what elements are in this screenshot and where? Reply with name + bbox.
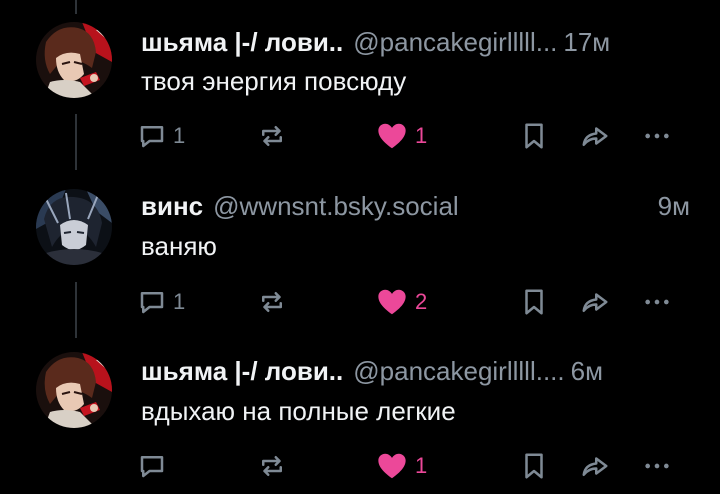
avatar[interactable] <box>36 22 112 98</box>
more-button[interactable] <box>643 116 671 156</box>
timestamp[interactable]: 17м <box>563 27 610 58</box>
repost-button[interactable] <box>257 446 287 486</box>
like-button[interactable]: 2 <box>375 282 427 322</box>
repost-button[interactable] <box>257 282 287 322</box>
avatar[interactable] <box>36 189 112 265</box>
like-button[interactable]: 1 <box>375 116 427 156</box>
like-count: 2 <box>415 289 428 314</box>
bookmark-icon <box>525 123 543 149</box>
thread-line-2 <box>75 282 77 338</box>
post-actions: 1 <box>137 446 697 486</box>
display-name[interactable]: шьяма |-/ лови.. <box>141 27 343 58</box>
repost-arrows-icon <box>262 292 282 312</box>
post-header: винс @wwnsnt.bsky.social 9м <box>141 188 690 224</box>
handle[interactable]: @wwnsnt.bsky.social <box>213 191 459 222</box>
post-actions: 1 2 <box>137 282 697 322</box>
post-text: вдыхаю на полные легкие <box>141 396 456 426</box>
more-dots-icon <box>645 463 669 469</box>
repost-arrows-icon <box>262 126 282 146</box>
red-haired-anime-avatar <box>36 22 112 98</box>
more-dots-icon <box>645 299 669 305</box>
repost-button[interactable] <box>257 116 287 156</box>
bookmark-button[interactable] <box>519 446 549 486</box>
bookmark-icon <box>525 289 543 315</box>
post-header: шьяма |-/ лови.. @pancakegirlllll... 17м <box>141 24 690 60</box>
more-button[interactable] <box>643 446 671 486</box>
handle[interactable]: @pancakegirlllll.... <box>353 356 564 387</box>
timestamp[interactable]: 9м <box>658 191 690 222</box>
heart-icon <box>378 453 406 479</box>
red-haired-anime-avatar <box>36 352 112 428</box>
like-button[interactable]: 1 <box>375 446 427 486</box>
reply-bubble-icon <box>140 126 164 148</box>
share-button[interactable] <box>579 116 611 156</box>
share-arrow-icon <box>582 127 608 146</box>
thread-line-1 <box>75 114 77 170</box>
heart-icon <box>378 289 406 315</box>
share-button[interactable] <box>579 282 611 322</box>
reply-button[interactable] <box>137 446 173 486</box>
timestamp[interactable]: 6м <box>571 356 603 387</box>
share-arrow-icon <box>582 293 608 312</box>
reply-button[interactable]: 1 <box>137 116 185 156</box>
repost-arrows-icon <box>262 456 282 476</box>
display-name[interactable]: шьяма |-/ лови.. <box>141 356 343 387</box>
bookmark-button[interactable] <box>519 282 549 322</box>
like-count: 1 <box>415 453 428 478</box>
share-arrow-icon <box>582 457 608 476</box>
bookmark-icon <box>525 453 543 479</box>
more-button[interactable] <box>643 282 671 322</box>
reply-count: 1 <box>173 289 186 314</box>
share-button[interactable] <box>579 446 611 486</box>
more-dots-icon <box>645 133 669 139</box>
reply-bubble-icon <box>140 456 164 478</box>
thread-line-top <box>75 0 77 14</box>
like-count: 1 <box>415 123 428 148</box>
post-text: ваняю <box>141 231 217 261</box>
post-actions: 1 1 <box>137 116 697 156</box>
dark-haired-anime-avatar <box>36 189 112 265</box>
heart-icon <box>378 123 406 149</box>
bookmark-button[interactable] <box>519 116 549 156</box>
post-text: твоя энергия повсюду <box>141 66 407 96</box>
post-header: шьяма |-/ лови.. @pancakegirlllll.... 6м <box>141 353 690 389</box>
reply-bubble-icon <box>140 292 164 314</box>
handle[interactable]: @pancakegirlllll... <box>353 27 557 58</box>
reply-count: 1 <box>173 123 186 148</box>
display-name[interactable]: винс <box>141 191 203 222</box>
reply-button[interactable]: 1 <box>137 282 185 322</box>
avatar[interactable] <box>36 352 112 428</box>
